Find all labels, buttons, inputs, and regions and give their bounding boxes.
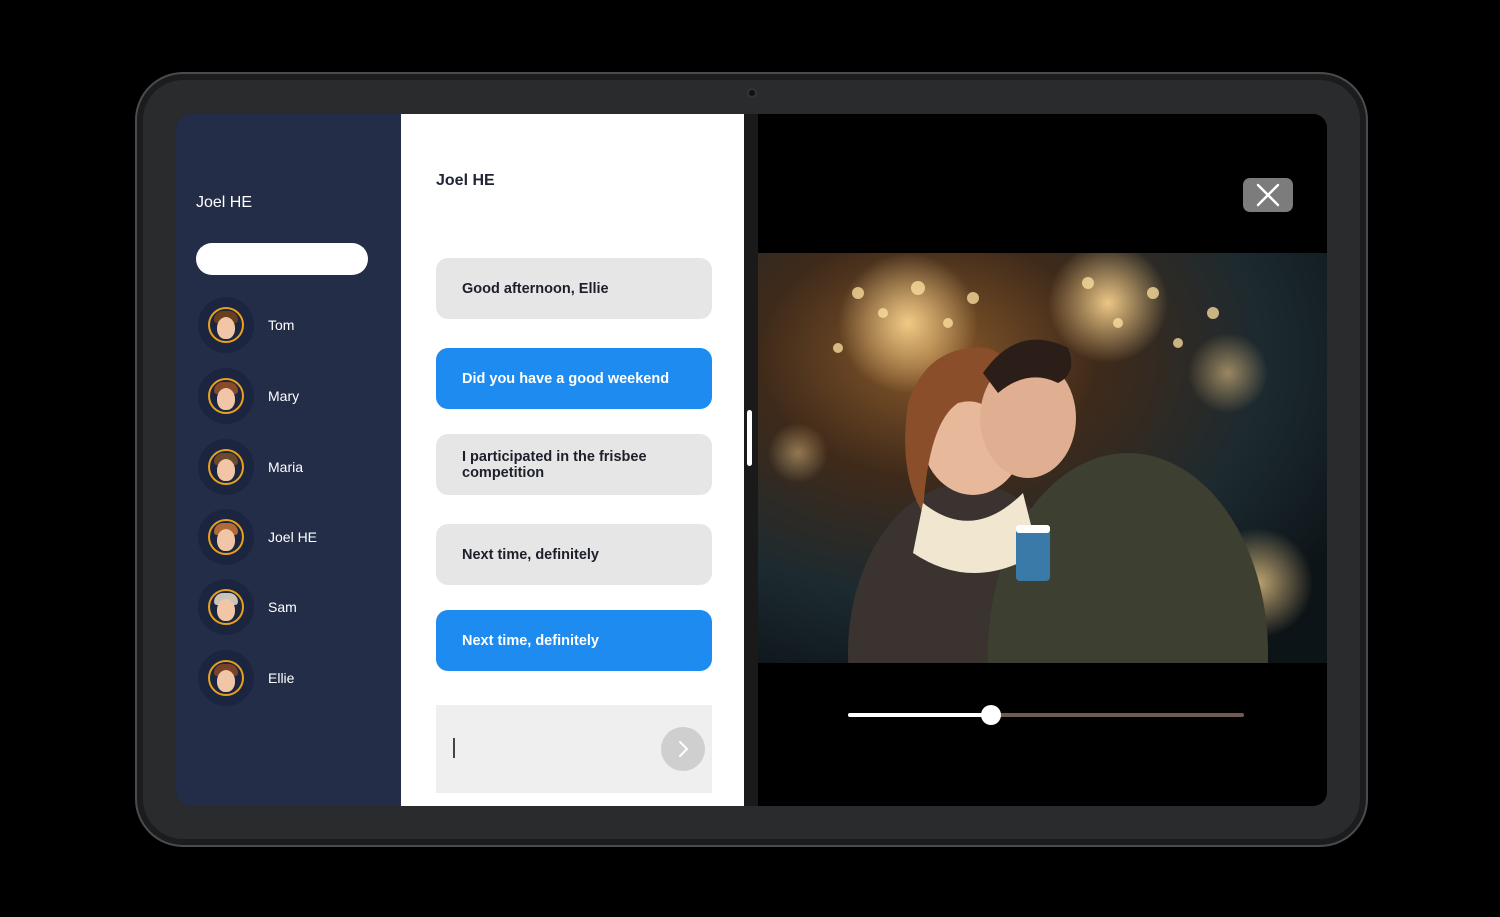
avatar [198, 439, 254, 495]
close-icon [1256, 183, 1280, 207]
split-resize-handle[interactable] [747, 410, 752, 466]
contact-item-sam[interactable]: Sam [198, 579, 388, 635]
media-photo [758, 253, 1327, 663]
close-button[interactable] [1243, 178, 1293, 212]
contacts-sidebar: Joel HE Tom Mary Maria Joel HE Sam Ellie [176, 114, 401, 806]
contact-name: Mary [268, 388, 300, 404]
contact-name: Ellie [268, 670, 295, 686]
contact-name: Maria [268, 459, 304, 475]
message-bubble-outgoing[interactable]: Next time, definitely [436, 610, 712, 671]
media-progress-slider[interactable] [848, 704, 1244, 726]
avatar [198, 368, 254, 424]
contact-item-maria[interactable]: Maria [198, 439, 388, 495]
message-input[interactable] [450, 729, 650, 769]
media-viewer [758, 114, 1327, 806]
message-bubble-incoming[interactable]: I participated in the frisbee competitio… [436, 434, 712, 495]
avatar [198, 297, 254, 353]
contact-item-tom[interactable]: Tom [198, 297, 388, 353]
contact-item-joel-he[interactable]: Joel HE [198, 509, 388, 565]
contact-item-mary[interactable]: Mary [198, 368, 388, 424]
avatar [198, 650, 254, 706]
chat-panel: Joel HE Good afternoon, Ellie Did you ha… [401, 114, 744, 806]
avatar [198, 509, 254, 565]
contact-name: Tom [268, 317, 295, 333]
send-button[interactable] [661, 727, 705, 771]
contact-name: Joel HE [268, 529, 318, 545]
avatar [198, 579, 254, 635]
chat-title: Joel HE [436, 172, 495, 189]
chevron-right-icon [679, 741, 688, 757]
slider-thumb[interactable] [980, 705, 1001, 725]
contact-name: Sam [268, 599, 297, 615]
search-input[interactable] [196, 243, 368, 275]
message-bubble-incoming[interactable]: Good afternoon, Ellie [436, 258, 712, 319]
contact-item-ellie[interactable]: Ellie [198, 650, 388, 706]
sidebar-title: Joel HE [196, 194, 253, 211]
front-camera [747, 88, 757, 98]
text-caret [453, 738, 455, 758]
message-bubble-outgoing[interactable]: Did you have a good weekend [436, 348, 712, 409]
message-composer [436, 705, 712, 793]
slider-fill [848, 713, 991, 717]
message-bubble-incoming[interactable]: Next time, definitely [436, 524, 712, 585]
tablet-screen: Joel HE Tom Mary Maria Joel HE Sam Ellie… [176, 114, 1327, 806]
